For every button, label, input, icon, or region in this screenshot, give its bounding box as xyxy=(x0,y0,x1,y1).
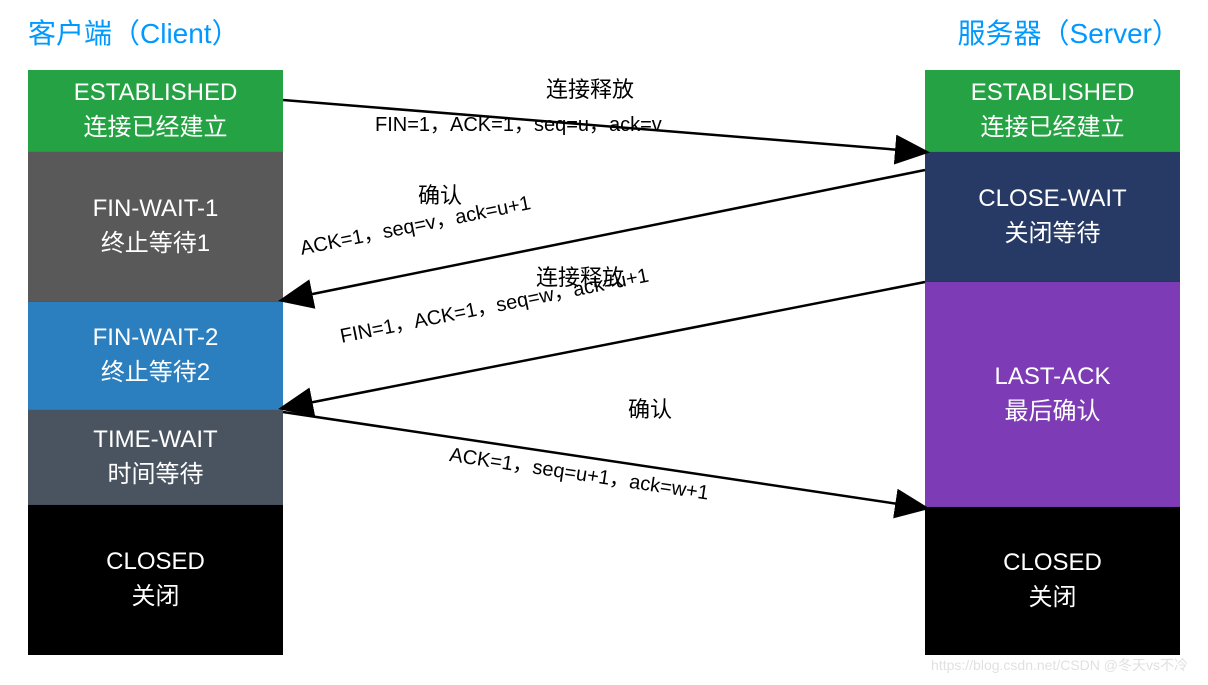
state-label-en: TIME-WAIT xyxy=(28,426,283,454)
arrow-2 xyxy=(283,282,925,408)
msg-params-2: FIN=1，ACK=1，seq=w，ack=u+1 xyxy=(337,259,651,349)
server-state-closed: CLOSED关闭 xyxy=(925,507,1180,655)
state-label-en: CLOSED xyxy=(925,549,1180,577)
client-state-established: ESTABLISHED连接已经建立 xyxy=(28,70,283,152)
server-state-established: ESTABLISHED连接已经建立 xyxy=(925,70,1180,152)
client-state-fin-wait-1: FIN-WAIT-1终止等待1 xyxy=(28,152,283,302)
state-label-en: ESTABLISHED xyxy=(925,79,1180,107)
client-column: ESTABLISHED连接已经建立FIN-WAIT-1终止等待1FIN-WAIT… xyxy=(28,70,283,655)
state-label-en: CLOSE-WAIT xyxy=(925,185,1180,213)
state-label-en: FIN-WAIT-2 xyxy=(28,324,283,352)
msg-params-0: FIN=1，ACK=1，seq=u，ack=v xyxy=(375,108,662,137)
server-column: ESTABLISHED连接已经建立CLOSE-WAIT关闭等待LAST-ACK最… xyxy=(925,70,1180,655)
server-header: 服务器（Server） xyxy=(958,12,1180,52)
state-label-cn: 终止等待1 xyxy=(28,223,283,258)
watermark-text: https://blog.csdn.net/CSDN @冬天vs不冷 xyxy=(931,655,1188,675)
server-state-last-ack: LAST-ACK最后确认 xyxy=(925,282,1180,507)
state-label-cn: 最后确认 xyxy=(925,391,1180,426)
client-header: 客户端（Client） xyxy=(28,12,240,52)
server-state-close-wait: CLOSE-WAIT关闭等待 xyxy=(925,152,1180,282)
client-state-closed: CLOSED关闭 xyxy=(28,505,283,655)
client-state-time-wait: TIME-WAIT时间等待 xyxy=(28,410,283,505)
state-label-en: FIN-WAIT-1 xyxy=(28,195,283,223)
state-label-en: CLOSED xyxy=(28,548,283,576)
msg-title-3: 确认 xyxy=(628,392,672,424)
state-label-cn: 关闭 xyxy=(28,576,283,611)
msg-params-1: ACK=1，seq=v，ack=u+1 xyxy=(297,186,533,260)
client-state-fin-wait-2: FIN-WAIT-2终止等待2 xyxy=(28,302,283,410)
state-label-cn: 关闭等待 xyxy=(925,213,1180,248)
state-label-cn: 时间等待 xyxy=(28,454,283,489)
state-label-cn: 关闭 xyxy=(925,577,1180,612)
state-label-cn: 终止等待2 xyxy=(28,352,283,387)
state-label-cn: 连接已经建立 xyxy=(28,107,283,142)
state-label-en: LAST-ACK xyxy=(925,363,1180,391)
msg-title-0: 连接释放 xyxy=(546,72,634,104)
msg-params-3: ACK=1，seq=u+1，ack=w+1 xyxy=(448,438,711,505)
state-label-en: ESTABLISHED xyxy=(28,79,283,107)
state-label-cn: 连接已经建立 xyxy=(925,107,1180,142)
